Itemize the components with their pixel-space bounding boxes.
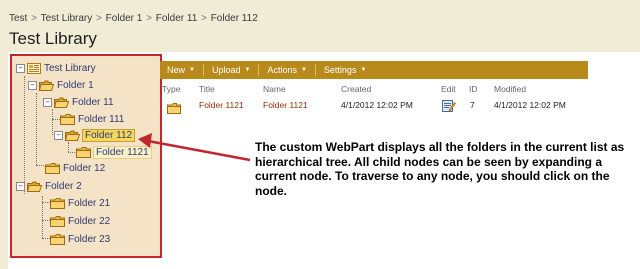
callout-arrow-line	[147, 139, 251, 162]
callout-arrow-head	[138, 133, 152, 148]
annotation-text: The custom WebPart displays all the fold…	[255, 140, 625, 198]
callout-arrow	[138, 133, 251, 162]
